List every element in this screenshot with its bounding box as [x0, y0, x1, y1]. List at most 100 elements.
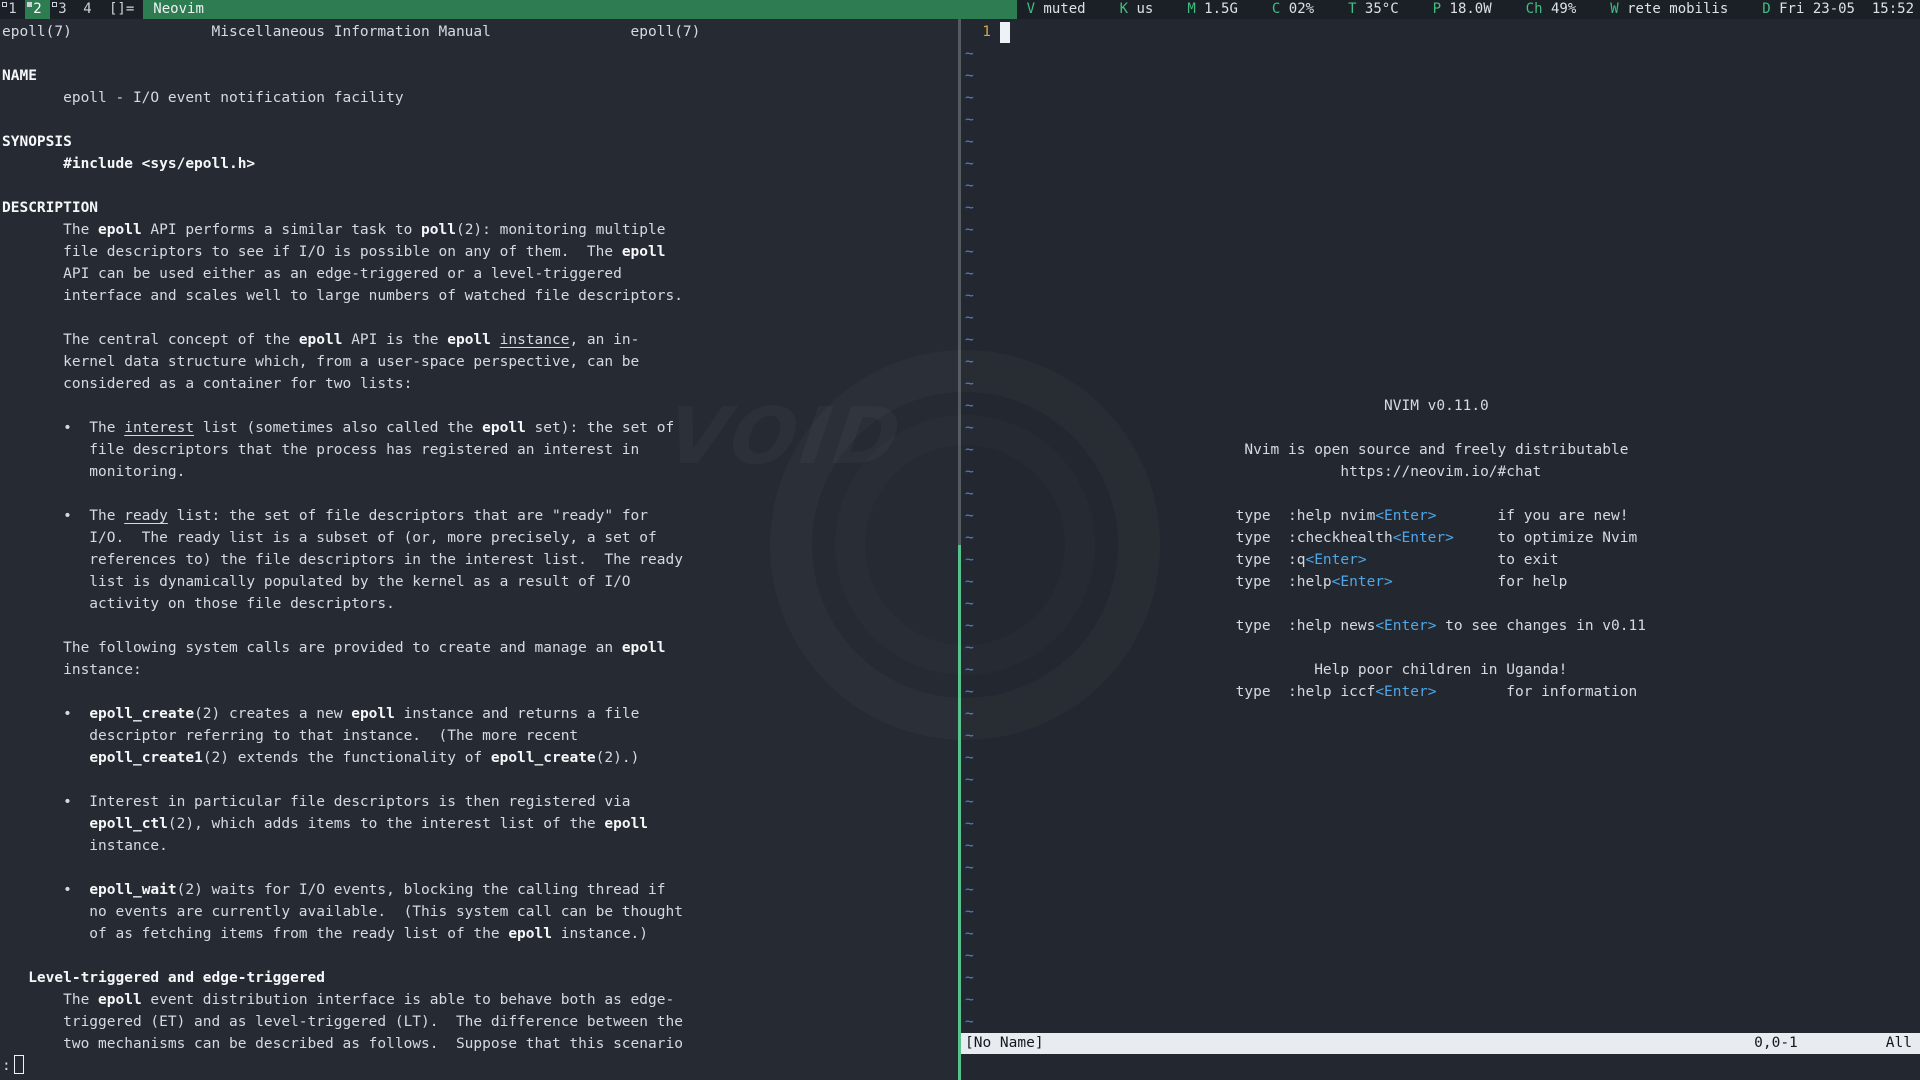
tilde-marker: ~ — [965, 791, 974, 813]
status-temperature: T 35°C — [1348, 0, 1399, 19]
man-page-line: #include <sys/epoll.h> — [2, 153, 958, 175]
man-page-line: interface and scales well to large numbe… — [2, 285, 958, 307]
man-page-text: epoll(7) Miscellaneous Information Manua… — [0, 19, 958, 1055]
man-page-line: two mechanisms can be described as follo… — [2, 1033, 958, 1055]
tilde-marker: ~ — [965, 241, 974, 263]
man-page-line: references to) the file descriptors in t… — [2, 549, 958, 571]
window-border-gray[interactable] — [958, 19, 961, 545]
tag-client-indicator — [2, 2, 7, 7]
scroll-indicator: All — [1886, 1033, 1912, 1054]
man-page-line: The central concept of the epoll API is … — [2, 329, 958, 351]
man-page-line: API can be used either as an edge-trigge… — [2, 263, 958, 285]
status-modules: V mutedK usM 1.5GC 02%T 35°CP 18.0WCh 49… — [1017, 0, 1920, 19]
layout-symbol[interactable]: []= — [100, 0, 143, 19]
pager-prompt: : — [2, 1058, 11, 1074]
tag-client-indicator — [52, 2, 57, 7]
man-page-line: epoll_ctl(2), which adds items to the in… — [2, 813, 958, 835]
nvim-statusline: [No Name] 0,0-1 All — [961, 1033, 1920, 1054]
workspace-tag-1[interactable]: 1 — [0, 0, 25, 19]
man-page-line: Level-triggered and edge-triggered — [2, 967, 958, 989]
man-page-line: • epoll_wait(2) waits for I/O events, bl… — [2, 879, 958, 901]
tilde-marker: ~ — [965, 417, 974, 439]
tilde-marker: ~ — [965, 967, 974, 989]
nvim-intro-line: Nvim is open source and freely distribut… — [965, 439, 1628, 461]
window-border-green-focused[interactable] — [958, 545, 961, 1080]
terminal-cursor-unfocused — [14, 1055, 24, 1074]
neovim-window[interactable]: 1 ~~~~~~~~~~~~~~~~~~~~~~~~~~~~~~~~~~~~~~… — [961, 19, 1920, 1080]
status-power: P 18.0W — [1433, 0, 1492, 19]
tilde-marker: ~ — [965, 989, 974, 1011]
man-page-line: • Interest in particular file descriptor… — [2, 791, 958, 813]
status-cpu: C 02% — [1272, 0, 1314, 19]
man-page-line — [2, 857, 958, 879]
tilde-marker: ~ — [965, 109, 974, 131]
man-page-line — [2, 43, 958, 65]
nvim-intro-line: type :checkhealth<Enter> to optimize Nvi… — [965, 527, 1637, 549]
nvim-intro-line: type :q<Enter> to exit — [965, 549, 1637, 571]
status-charge: Ch 49% — [1526, 0, 1577, 19]
tilde-marker: ~ — [965, 1011, 974, 1033]
man-page-line: The following system calls are provided … — [2, 637, 958, 659]
nvim-intro-line: type :help news<Enter> to see changes in… — [965, 615, 1646, 637]
man-page-line — [2, 769, 958, 791]
man-page-line: I/O. The ready list is a subset of (or, … — [2, 527, 958, 549]
tilde-marker: ~ — [965, 43, 974, 65]
tilde-marker: ~ — [965, 637, 974, 659]
terminal-man-page-window[interactable]: epoll(7) Miscellaneous Information Manua… — [0, 19, 958, 1080]
buffer-name: [No Name] — [965, 1033, 1044, 1054]
man-page-line: SYNOPSIS — [2, 131, 958, 153]
workspace-tag-2[interactable]: 2 — [25, 0, 50, 19]
man-page-line: epoll_create1(2) extends the functionali… — [2, 747, 958, 769]
tilde-marker: ~ — [965, 175, 974, 197]
man-page-line: file descriptors that the process has re… — [2, 439, 958, 461]
line-number: 1 — [965, 21, 991, 43]
nvim-intro-line: type :help iccf<Enter> for information — [965, 681, 1646, 703]
tilde-marker: ~ — [965, 703, 974, 725]
man-page-line: list is dynamically populated by the ker… — [2, 571, 958, 593]
man-page-line — [2, 681, 958, 703]
workspace-tag-4[interactable]: 4 — [75, 0, 100, 19]
man-page-line: • The interest list (sometimes also call… — [2, 417, 958, 439]
tilde-marker: ~ — [965, 747, 974, 769]
tilde-marker: ~ — [965, 835, 974, 857]
man-page-line: file descriptors to see if I/O is possib… — [2, 241, 958, 263]
nvim-intro-line: type :help nvim<Enter> if you are new! — [965, 505, 1637, 527]
nvim-block-cursor — [1000, 22, 1010, 43]
man-page-line: monitoring. — [2, 461, 958, 483]
man-page-line — [2, 945, 958, 967]
tag-client-indicator — [27, 2, 32, 7]
nvim-intro-line: type :help<Enter> for help — [965, 571, 1637, 593]
status-network: W rete mobilis — [1610, 0, 1728, 19]
man-page-line: kernel data structure which, from a user… — [2, 351, 958, 373]
cursor-position-ruler: 0,0-1 — [1754, 1033, 1798, 1054]
nvim-intro-line: NVIM v0.11.0 — [965, 395, 1489, 417]
man-page-line — [2, 175, 958, 197]
pager-prompt-line: : — [0, 1055, 958, 1077]
man-page-line: triggered (ET) and as level-triggered (L… — [2, 1011, 958, 1033]
man-page-line: NAME — [2, 65, 958, 87]
tilde-marker: ~ — [965, 87, 974, 109]
dwm-status-bar: 1234 []= Neovim V mutedK usM 1.5GC 02%T … — [0, 0, 1920, 19]
man-page-line: The epoll API performs a similar task to… — [2, 219, 958, 241]
tilde-marker: ~ — [965, 879, 974, 901]
tilde-marker: ~ — [965, 263, 974, 285]
man-page-line — [2, 615, 958, 637]
man-page-line: no events are currently available. (This… — [2, 901, 958, 923]
workspace-tag-3[interactable]: 3 — [50, 0, 75, 19]
tilde-marker: ~ — [965, 857, 974, 879]
man-page-line: • epoll_create(2) creates a new epoll in… — [2, 703, 958, 725]
man-page-line: epoll - I/O event notification facility — [2, 87, 958, 109]
tilde-marker: ~ — [965, 923, 974, 945]
tilde-marker: ~ — [965, 131, 974, 153]
tilde-marker: ~ — [965, 197, 974, 219]
tilde-marker: ~ — [965, 901, 974, 923]
tilde-marker: ~ — [965, 219, 974, 241]
tilde-marker: ~ — [965, 285, 974, 307]
man-page-line: of as fetching items from the ready list… — [2, 923, 958, 945]
tilde-marker: ~ — [965, 153, 974, 175]
man-page-line: • The ready list: the set of file descri… — [2, 505, 958, 527]
focused-window-title: Neovim — [143, 0, 1016, 19]
tilde-marker: ~ — [965, 593, 974, 615]
man-page-line: descriptor referring to that instance. (… — [2, 725, 958, 747]
tilde-marker: ~ — [965, 329, 974, 351]
